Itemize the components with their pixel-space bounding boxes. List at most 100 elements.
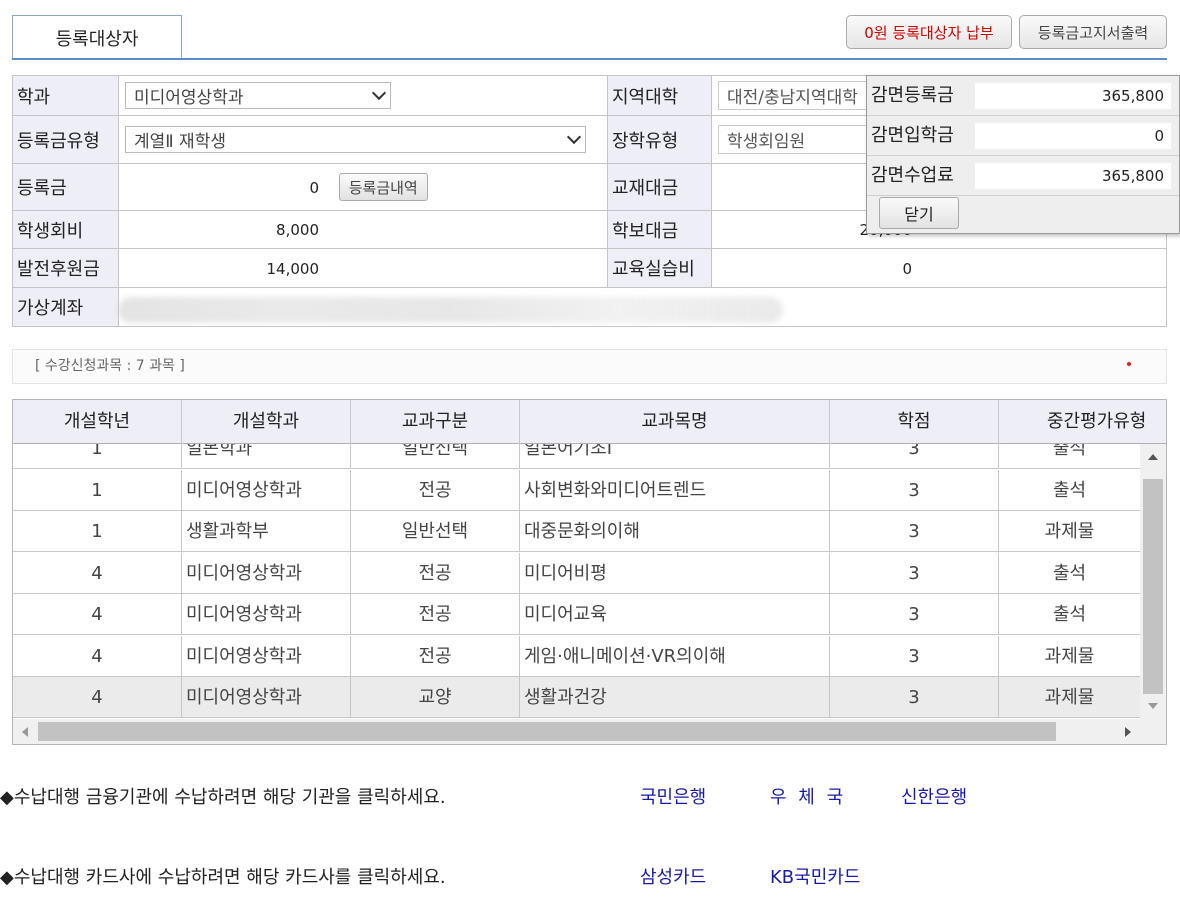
bank-link-post-office[interactable]: 우 체 국 — [770, 783, 846, 809]
table-cell: 사회변화와미디어트렌드 — [520, 469, 830, 511]
table-row[interactable]: 4 미디어영상학과 전공 미디어비평 3 출석 — [13, 552, 1140, 594]
vertical-scrollbar[interactable] — [1140, 444, 1166, 719]
course-table-body[interactable]: 1 일본학과 일반선택 일본어기초I 3 출석 1 미디어영상학과 전공 사회변화와미디어트렌드 3… — [13, 444, 1140, 719]
table-cell: 미디어영상학과 — [182, 552, 351, 594]
virtual-account-label: 가상계좌 — [12, 287, 119, 327]
table-row[interactable]: 4 미디어영상학과 교양 생활과건강 3 과제물 — [13, 677, 1140, 718]
table-cell: 1 — [13, 444, 182, 469]
discount-row: 감면입학금 0 — [867, 116, 1179, 156]
tab-registration-target[interactable]: 등록대상자 — [12, 15, 182, 59]
tuition-label: 등록금 — [12, 163, 119, 211]
table-cell: 3 — [830, 444, 999, 469]
scholarship-label: 장학유형 — [607, 115, 712, 164]
table-cell: 미디어영상학과 — [182, 677, 351, 718]
table-cell: 일본어기초I — [520, 444, 830, 469]
table-row[interactable]: 4 미디어영상학과 전공 미디어교육 3 출석 — [13, 594, 1140, 635]
practice-fee-label: 교육실습비 — [607, 248, 712, 288]
council-fee-label: 학생회비 — [12, 210, 119, 249]
table-cell: 4 — [13, 594, 182, 635]
table-cell: 생활과학부 — [182, 511, 351, 552]
table-cell: 3 — [830, 511, 999, 552]
table-cell: 게임·애니메이션·VR의이해 — [520, 635, 830, 677]
table-cell: 3 — [830, 469, 999, 511]
table-row[interactable]: 1 미디어영상학과 전공 사회변화와미디어트렌드 3 출석 — [13, 469, 1140, 511]
course-table-header: 개설학년 개설학과 교과구분 교과목명 학점 중간평가유형 — [13, 400, 1166, 444]
discount-label: 감면입학금 — [871, 125, 954, 146]
discount-row: 감면등록금 365,800 — [867, 76, 1179, 116]
table-cell: 3 — [830, 635, 999, 677]
chevron-down-icon — [371, 85, 387, 101]
council-fee-value: 8,000 — [276, 221, 319, 239]
bank-notice: ◆수납대행 금융기관에 수납하려면 해당 기관을 클릭하세요. — [0, 787, 446, 808]
tab-underline — [12, 58, 1167, 60]
fee-type-label: 등록금유형 — [12, 115, 119, 164]
card-link-samsung[interactable]: 삼성카드 — [640, 863, 706, 889]
required-dot-icon — [1127, 362, 1131, 366]
table-cell: 출석 — [1052, 479, 1087, 501]
table-cell: 미디어영상학과 — [182, 635, 351, 677]
table-cell: 출석 — [1052, 562, 1087, 584]
fee-type-select-value: 계열Ⅱ 재학생 — [134, 132, 226, 152]
discount-value: 0 — [975, 123, 1171, 149]
scroll-down-icon[interactable] — [1148, 703, 1158, 709]
table-cell: 출석 — [1052, 604, 1087, 625]
table-cell: 4 — [13, 635, 182, 677]
scroll-up-icon[interactable] — [1148, 454, 1158, 460]
pay-zero-won-button[interactable]: 0원 등록대상자 납부 — [846, 15, 1012, 49]
header-year: 개설학년 — [13, 400, 182, 444]
header-category: 교과구분 — [351, 400, 520, 444]
development-fund-label: 발전후원금 — [12, 248, 119, 288]
tuition-value: 0 — [309, 178, 319, 197]
newspaper-fee-label: 학보대금 — [607, 210, 712, 249]
table-cell: 전공 — [351, 552, 520, 594]
tuition-detail-button[interactable]: 등록금내역 — [338, 173, 428, 201]
table-cell: 3 — [830, 677, 999, 718]
table-cell: 4 — [13, 677, 182, 718]
dept-label: 학과 — [12, 75, 119, 116]
discount-row: 감면수업료 365,800 — [867, 156, 1179, 196]
header-course-name: 교과목명 — [520, 400, 830, 444]
table-cell: 과제물 — [1044, 521, 1095, 542]
horizontal-scrollbar[interactable] — [13, 719, 1166, 744]
table-cell: 일본학과 — [182, 444, 351, 469]
table-cell: 미디어영상학과 — [182, 469, 351, 511]
scroll-left-icon[interactable] — [22, 727, 28, 737]
textbook-label: 교재대금 — [607, 163, 712, 211]
card-link-kb[interactable]: KB국민카드 — [770, 863, 860, 889]
table-cell: 교양 — [351, 677, 520, 718]
discount-popup: 감면등록금 365,800 감면입학금 0 감면수업료 365,800 닫기 — [866, 75, 1180, 234]
scroll-right-icon[interactable] — [1125, 727, 1131, 737]
practice-fee-value: 0 — [902, 259, 912, 278]
discount-label: 감면등록금 — [871, 85, 954, 106]
table-cell: 대중문화의이해 — [520, 511, 830, 552]
table-cell: 과제물 — [1044, 687, 1095, 708]
table-row[interactable]: 4 미디어영상학과 전공 게임·애니메이션·VR의이해 3 과제물 — [13, 635, 1140, 677]
print-bill-button[interactable]: 등록금고지서출력 — [1019, 15, 1167, 49]
discount-value: 365,800 — [975, 163, 1171, 189]
table-row[interactable]: 1 일본학과 일반선택 일본어기초I 3 출석 — [13, 444, 1140, 469]
table-cell: 일반선택 — [351, 511, 520, 552]
table-cell: 전공 — [351, 469, 520, 511]
table-row[interactable]: 1 생활과학부 일반선택 대중문화의이해 3 과제물 — [13, 511, 1140, 552]
vertical-scroll-thumb[interactable] — [1143, 479, 1163, 694]
course-table: 개설학년 개설학과 교과구분 교과목명 학점 중간평가유형 1 일본학과 일반선택 일… — [12, 399, 1167, 745]
dept-select-value: 미디어영상학과 — [134, 88, 244, 108]
fee-type-select[interactable]: 계열Ⅱ 재학생 — [125, 126, 586, 153]
discount-label: 감면수업료 — [871, 165, 954, 186]
discount-value: 365,800 — [975, 83, 1171, 109]
header-midterm-type: 중간평가유형 — [1047, 411, 1147, 432]
table-cell: 미디어교육 — [520, 594, 830, 635]
table-cell: 3 — [830, 552, 999, 594]
header-dept: 개설학과 — [182, 400, 351, 444]
horizontal-scroll-thumb[interactable] — [38, 722, 1056, 741]
bank-link-kookmin[interactable]: 국민은행 — [640, 783, 706, 809]
table-cell: 전공 — [351, 635, 520, 677]
header-credits: 학점 — [830, 400, 999, 444]
card-notice: ◆수납대행 카드사에 수납하려면 해당 카드사를 클릭하세요. — [0, 867, 446, 888]
bank-link-shinhan[interactable]: 신한은행 — [901, 783, 967, 809]
table-cell: 4 — [13, 552, 182, 594]
close-popup-button[interactable]: 닫기 — [879, 197, 959, 229]
chevron-down-icon — [566, 129, 582, 145]
dept-select[interactable]: 미디어영상학과 — [125, 82, 391, 109]
table-cell: 전공 — [351, 594, 520, 635]
